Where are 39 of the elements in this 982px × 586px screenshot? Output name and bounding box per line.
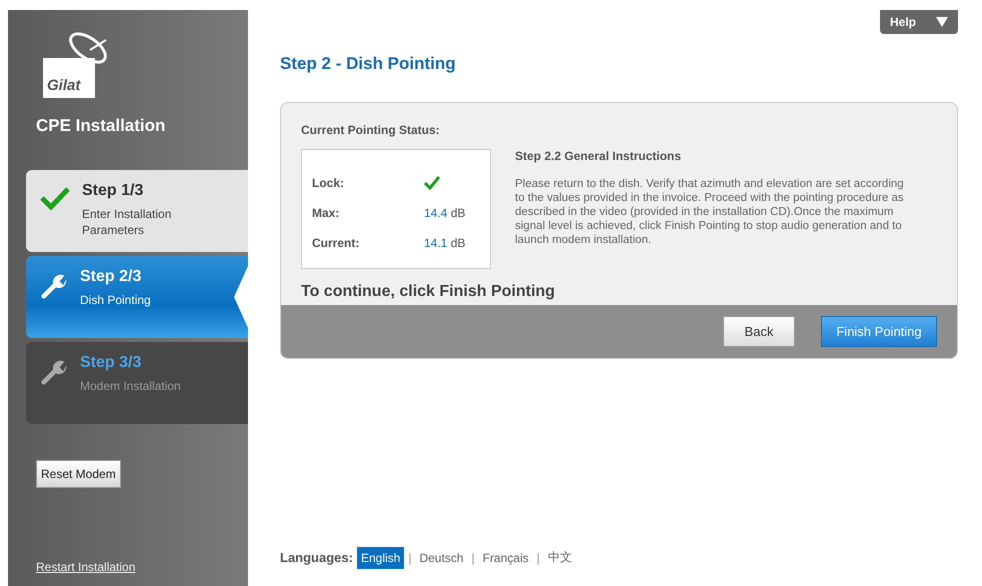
step-subtitle: Dish Pointing xyxy=(80,292,152,308)
wrench-icon xyxy=(40,272,68,300)
help-button[interactable]: Help xyxy=(880,10,958,34)
step-title: Step 2/3 xyxy=(80,268,142,286)
language-link[interactable]: English xyxy=(356,546,404,568)
step-item[interactable]: Step 2/3 Dish Pointing xyxy=(26,256,248,338)
sidebar-title: CPE Installation xyxy=(36,116,166,136)
wrench-icon xyxy=(40,358,68,386)
step-title: Step 3/3 xyxy=(80,354,142,372)
selection-pointer xyxy=(234,266,248,328)
instructions-text: Please return to the dish. Verify that azimuth and elevation are set according to the values provided in the invoice. Proceed with the pointing procedure as described in the video (provided in the installation CD).Once the maximum signal level is achieved, click Finish Pointing to stop audio generation and to launch modem installation. xyxy=(515,177,905,247)
step-title: Step 1/3 xyxy=(82,182,144,200)
language-link[interactable]: 中文 xyxy=(544,545,576,570)
status-value: 14.1 dB xyxy=(424,236,466,250)
status-heading: Current Pointing Status: xyxy=(301,123,441,137)
reset-modem-button[interactable]: Reset Modem xyxy=(36,460,121,488)
restart-installation-link[interactable]: Restart Installation xyxy=(36,560,248,574)
page-title: Step 2 - Dish Pointing xyxy=(280,54,457,74)
status-label: Current: xyxy=(312,236,360,250)
separator: | xyxy=(408,550,412,564)
step-subtitle: Modem Installation xyxy=(80,378,182,394)
languages-label: Languages: xyxy=(280,550,353,565)
dropdown-arrow-icon xyxy=(936,17,948,27)
logo-text: Gilat xyxy=(43,58,95,98)
step-item[interactable]: Step 1/3 Enter Installation Parameters xyxy=(26,170,248,252)
separator: | xyxy=(471,550,475,564)
separator: | xyxy=(536,550,540,564)
finish-pointing-button[interactable]: Finish Pointing xyxy=(821,316,937,347)
continue-text: To continue, click Finish Pointing xyxy=(301,283,556,301)
language-link[interactable]: Deutsch xyxy=(415,546,468,568)
back-button[interactable]: Back xyxy=(723,316,795,347)
checkmark-icon xyxy=(40,186,70,210)
instructions-title: Step 2.2 General Instructions xyxy=(515,149,682,163)
step-item[interactable]: Step 3/3 Modem Installation xyxy=(26,342,248,424)
step-subtitle: Enter Installation Parameters xyxy=(82,206,172,238)
status-label: Lock: xyxy=(312,176,346,190)
language-link[interactable]: Français xyxy=(478,546,533,568)
status-value: 14.4 dB xyxy=(424,206,466,220)
status-label: Max: xyxy=(312,206,340,220)
